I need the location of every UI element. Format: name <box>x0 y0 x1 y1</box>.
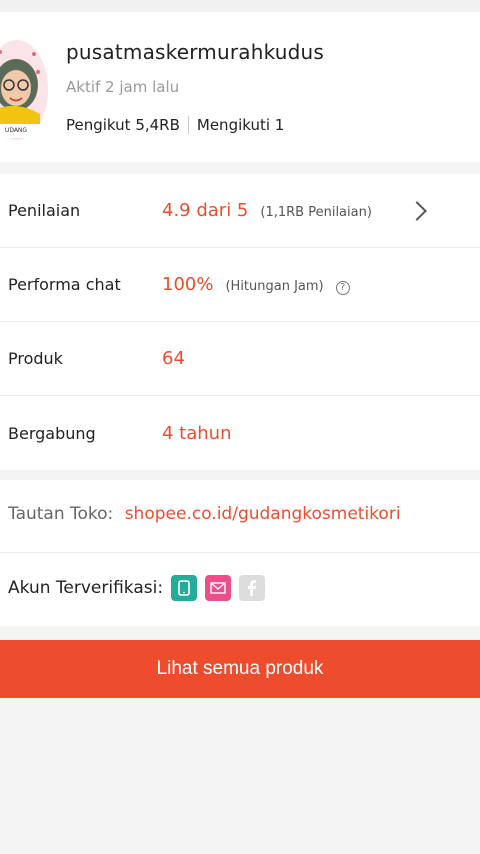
view-all-products-button[interactable]: Lihat semua produk <box>0 640 480 698</box>
top-strip <box>0 0 480 12</box>
following-count[interactable]: Mengikuti 1 <box>197 116 284 134</box>
stat-value: 4.9 dari 5 (1,1RB Penilaian) <box>162 200 372 221</box>
stat-value: 100% (Hitungan Jam) ? <box>162 274 350 295</box>
divider <box>0 552 480 553</box>
chat-performance-note: (Hitungan Jam) <box>225 279 324 294</box>
divider <box>187 116 189 134</box>
rating-value: 4.9 dari 5 <box>162 200 249 221</box>
joined-duration: 4 tahun <box>162 422 232 444</box>
stat-label: Bergabung <box>8 423 96 443</box>
rating-count: (1,1RB Penilaian) <box>260 205 372 220</box>
shop-stats: Penilaian 4.9 dari 5 (1,1RB Penilaian) P… <box>0 174 480 470</box>
facebook-icon <box>239 575 266 601</box>
products-count: 64 <box>162 348 185 369</box>
shop-link-row: Tautan Toko: shopee.co.id/gudangkosmetik… <box>8 504 401 524</box>
chat-performance-row: Performa chat 100% (Hitungan Jam) ? <box>0 248 480 322</box>
stat-label: Penilaian <box>8 201 81 220</box>
mail-icon <box>205 575 232 601</box>
chevron-right-icon[interactable] <box>407 200 427 221</box>
phone-icon <box>171 575 198 601</box>
stat-value: 64 <box>162 348 185 369</box>
help-circle-icon[interactable]: ? <box>335 281 350 295</box>
stat-value: 4 tahun <box>162 423 232 444</box>
joined-row: Bergabung 4 tahun <box>0 396 480 470</box>
shop-name: pusatmaskermurahkudus <box>66 40 325 64</box>
verified-accounts: Akun Terverifikasi: <box>8 575 266 601</box>
followers-count[interactable]: Pengikut 5,4RB <box>66 116 180 134</box>
svg-text:UDANG: UDANG <box>5 127 27 134</box>
products-row: Produk 64 <box>0 322 480 396</box>
chat-performance-value: 100% <box>162 274 214 295</box>
rating-row[interactable]: Penilaian 4.9 dari 5 (1,1RB Penilaian) <box>0 174 480 248</box>
shop-link-url[interactable]: shopee.co.id/gudangkosmetikori <box>125 504 401 524</box>
shop-profile-card: UDANG pusatmaskermurahkudus Aktif 2 jam … <box>0 12 480 162</box>
active-status: Aktif 2 jam lalu <box>66 78 180 96</box>
stat-label: Performa chat <box>8 275 121 294</box>
stat-label: Produk <box>8 349 63 368</box>
shop-link-label: Tautan Toko: <box>8 504 114 524</box>
shop-links: Tautan Toko: shopee.co.id/gudangkosmetik… <box>0 480 480 626</box>
shop-avatar[interactable]: UDANG <box>0 40 48 140</box>
follow-info: Pengikut 5,4RB Mengikuti 1 <box>66 116 284 134</box>
verified-label: Akun Terverifikasi: <box>8 578 164 598</box>
